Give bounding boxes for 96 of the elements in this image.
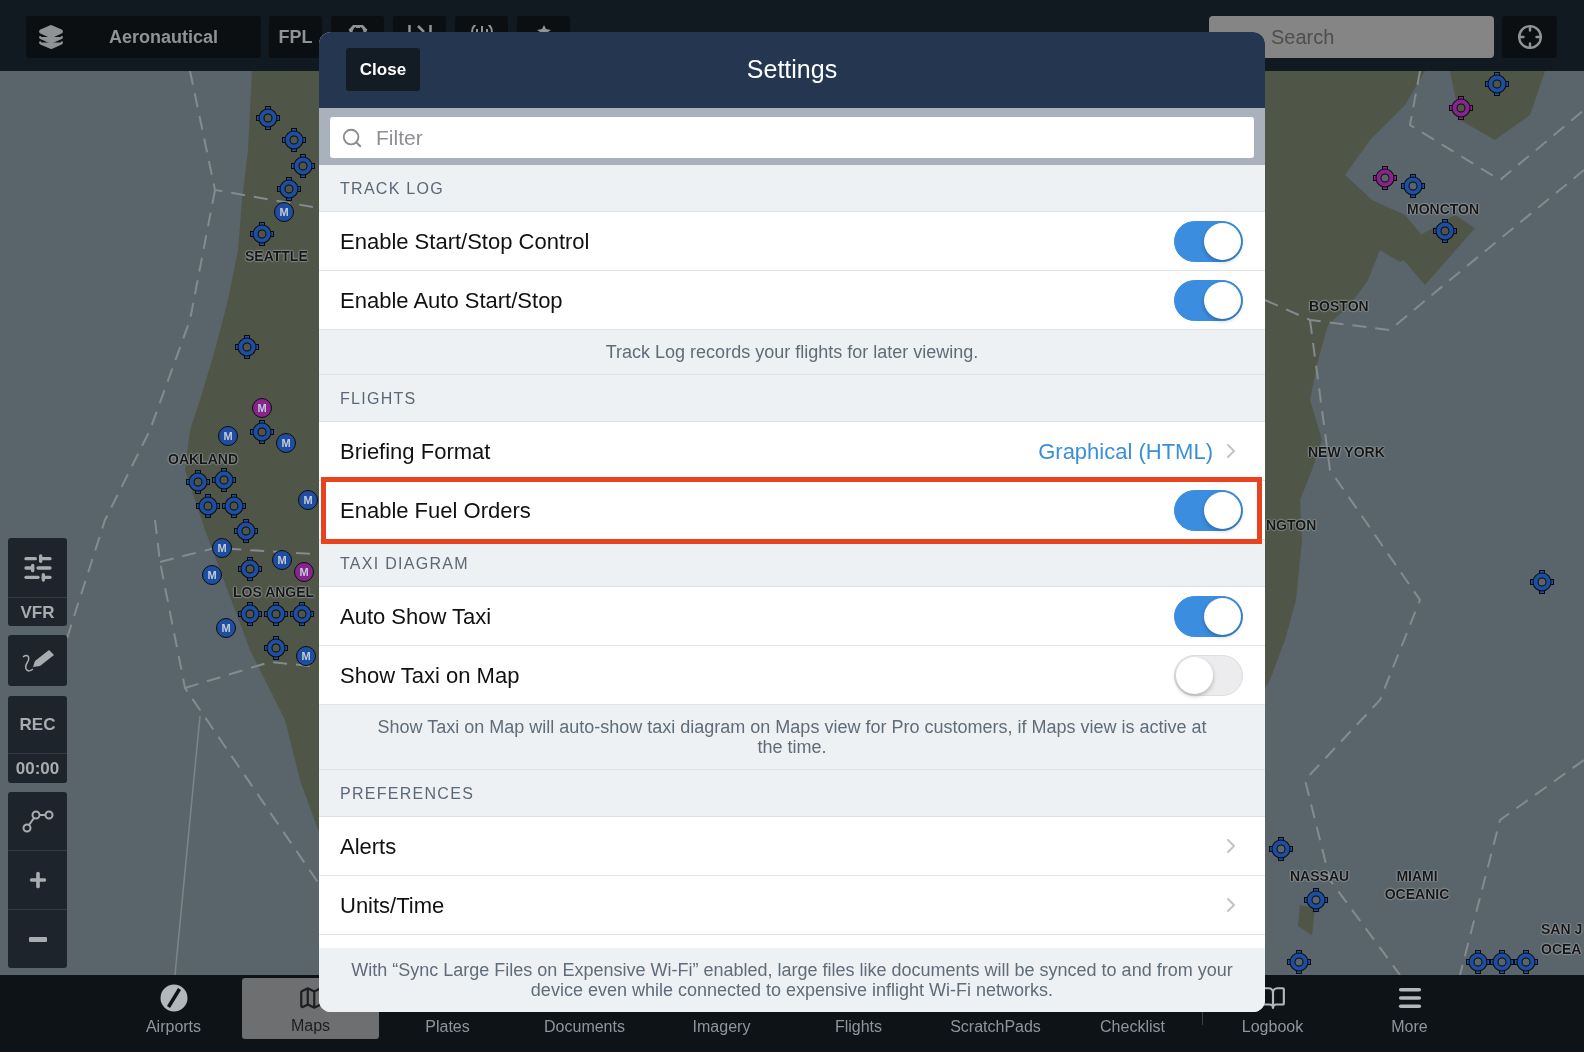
toggle-switch[interactable] <box>1174 220 1243 262</box>
ring-marker-icon[interactable] <box>250 420 274 444</box>
map-label: OAKLAND <box>168 450 238 468</box>
setting-label: Units/Time <box>340 891 446 920</box>
ring-marker-icon[interactable] <box>1530 570 1554 594</box>
minus-icon <box>28 936 47 942</box>
dialog-title: Settings <box>746 54 838 86</box>
section-header: TRACK LOG <box>340 179 444 199</box>
map-label: NGTON <box>1266 516 1317 534</box>
ring-marker-icon[interactable] <box>264 636 288 660</box>
setting-label: Enable Fuel Orders <box>340 496 532 525</box>
tab[interactable]: ScratchPads <box>927 1014 1064 1039</box>
crosshair-icon <box>1516 24 1543 50</box>
tab[interactable]: Checklist <box>1064 1014 1201 1039</box>
sliders-icon <box>21 551 54 584</box>
tab[interactable]: More <box>1341 1014 1478 1039</box>
toggle-switch[interactable] <box>1174 595 1243 637</box>
ring-marker-icon[interactable] <box>222 494 246 518</box>
ring-marker-icon[interactable] <box>196 494 220 518</box>
map-label: BOSTON <box>1309 297 1369 315</box>
tab[interactable]: Flights <box>790 1014 927 1039</box>
ring-marker-icon[interactable] <box>1269 837 1293 861</box>
toolbar-button[interactable] <box>517 16 570 32</box>
ring-marker-icon[interactable] <box>1304 888 1328 912</box>
ring-marker-icon[interactable] <box>1287 950 1311 974</box>
ring-marker-icon[interactable] <box>212 468 236 492</box>
tab[interactable]: Imagery <box>653 1014 790 1039</box>
locate-button[interactable] <box>1502 16 1557 58</box>
setting-label: Alerts <box>340 832 398 861</box>
map-label: LOS ANGEL <box>233 583 315 601</box>
record-button[interactable]: REC <box>8 696 67 753</box>
toolbar-button[interactable] <box>393 16 446 32</box>
search-icon <box>341 127 363 149</box>
runway-disc-icon[interactable] <box>159 984 188 1012</box>
setting-label: Auto Show Taxi <box>340 602 493 631</box>
toolbar-button[interactable]: FPL <box>269 16 322 58</box>
section-footer: Track Log records your flights for later viewing. <box>605 342 979 362</box>
gear-icon <box>347 25 368 32</box>
ring-marker-icon[interactable] <box>256 106 280 130</box>
close-button[interactable]: Close <box>346 48 420 91</box>
ring-marker-icon[interactable] <box>250 222 274 246</box>
ring-marker-icon[interactable] <box>264 602 288 626</box>
setting-label: Enable Auto Start/Stop <box>340 286 564 315</box>
route-button[interactable] <box>8 792 67 850</box>
zoom-in-button[interactable] <box>8 850 67 909</box>
toggle-switch[interactable] <box>1174 489 1243 531</box>
ring-marker-icon[interactable] <box>1401 174 1425 198</box>
ring-marker-icon[interactable] <box>290 602 314 626</box>
ring-marker-icon[interactable] <box>1449 96 1473 120</box>
layers-button[interactable]: Aeronautical <box>26 16 261 58</box>
tab[interactable]: Airports <box>105 1014 242 1039</box>
star-icon <box>536 25 551 32</box>
map-label: NEW YORK <box>1308 443 1385 461</box>
ring-marker-icon[interactable] <box>282 128 306 152</box>
map-label: NASSAU <box>1290 867 1350 885</box>
section-header: PREFERENCES <box>340 784 475 804</box>
setting-label: Enable Start/Stop Control <box>340 227 591 256</box>
ring-marker-icon[interactable] <box>235 335 259 359</box>
toolbar-button[interactable] <box>331 16 384 32</box>
map-label: SEATTLE <box>245 247 308 265</box>
setting-label: Briefing Format <box>340 437 492 466</box>
map-label: OCEA <box>1541 940 1582 958</box>
ring-marker-icon[interactable] <box>1485 72 1509 96</box>
toggle-switch[interactable] <box>1174 279 1243 321</box>
section-header: TAXI DIAGRAM <box>340 554 469 574</box>
toolbar-button[interactable] <box>455 16 508 32</box>
draw-button[interactable] <box>8 635 67 686</box>
zoom-out-button[interactable] <box>8 909 67 968</box>
chart-type-button[interactable]: VFR <box>8 597 67 626</box>
map-label: MIAMI OCEANIC <box>1383 867 1451 903</box>
section-header: FLIGHTS <box>340 389 417 409</box>
map-label: SAN J <box>1541 920 1583 938</box>
map-settings-button[interactable] <box>8 538 67 597</box>
tab[interactable]: Plates <box>379 1014 516 1039</box>
ring-marker-icon[interactable] <box>186 470 210 494</box>
ring-marker-icon[interactable] <box>291 154 315 178</box>
ring-marker-icon[interactable] <box>238 602 262 626</box>
connected-nodes-icon <box>21 809 54 833</box>
ring-marker-icon[interactable] <box>1466 950 1490 974</box>
tab[interactable]: Documents <box>516 1014 653 1039</box>
layers-icon <box>38 24 64 50</box>
map-label: MONCTON <box>1407 200 1480 218</box>
filter-field[interactable]: Filter <box>330 117 1254 158</box>
ring-marker-icon[interactable] <box>277 177 301 201</box>
ring-marker-icon[interactable] <box>238 557 262 581</box>
ring-marker-icon[interactable] <box>1514 950 1538 974</box>
globe-icon <box>470 25 493 32</box>
timer-readout: 00:00 <box>8 753 67 783</box>
ring-marker-icon[interactable] <box>1373 166 1397 190</box>
setting-label: Show Taxi on Map <box>340 661 521 690</box>
ring-marker-icon[interactable] <box>1433 219 1457 243</box>
ring-marker-icon[interactable] <box>234 519 258 543</box>
ring-marker-icon[interactable] <box>1490 950 1514 974</box>
setting-value[interactable]: Graphical (HTML) <box>1038 434 1213 468</box>
section-footer: Show Taxi on Map will auto-show taxi diagram on Maps view for Pro customers, if Maps view is active at the time. <box>363 717 1221 757</box>
tab[interactable]: Logbook <box>1204 1014 1341 1039</box>
